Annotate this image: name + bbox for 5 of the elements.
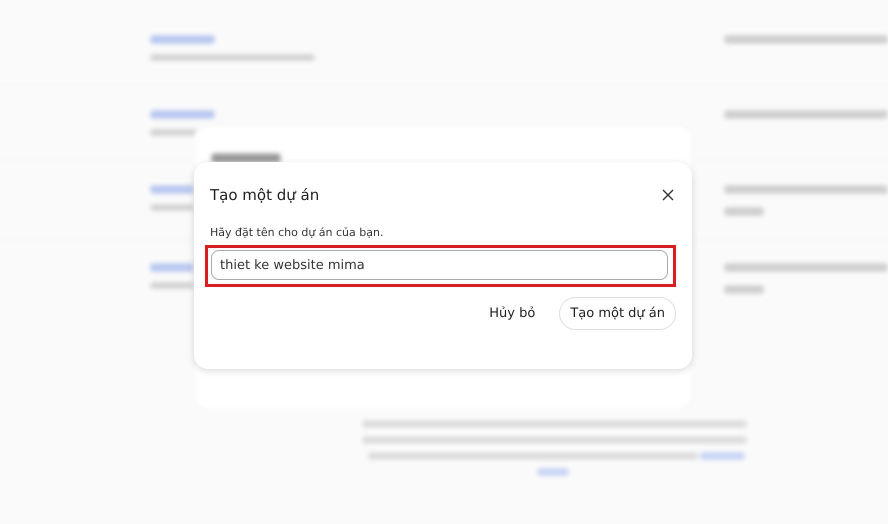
project-name-field[interactable]: thiet ke website mima (211, 250, 668, 280)
dialog-title: Tạo một dự án (210, 186, 320, 204)
create-project-button[interactable]: Tạo một dự án (559, 297, 676, 330)
field-label: Hãy đặt tên cho dự án của bạn. (209, 226, 384, 239)
close-icon[interactable] (660, 187, 676, 203)
